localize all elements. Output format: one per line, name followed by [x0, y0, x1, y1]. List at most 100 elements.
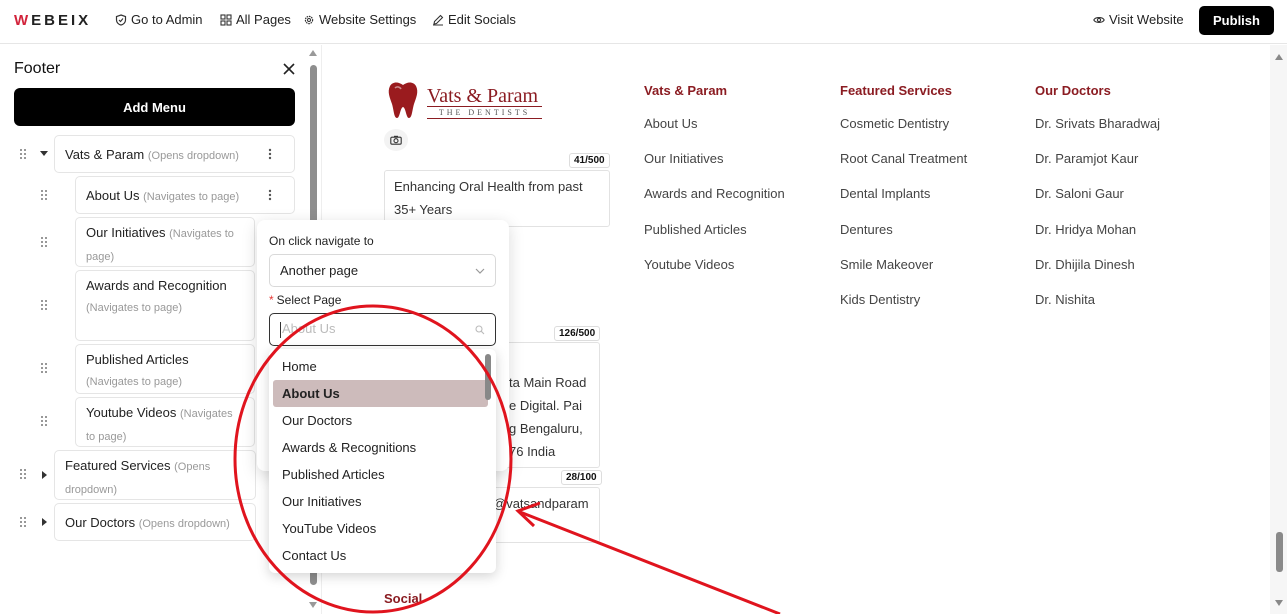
navigate-type-select[interactable]: Another page [269, 254, 496, 287]
menu-item-featured-services[interactable]: Featured Services (Opens dropdown) [54, 450, 256, 500]
menu-item-awards[interactable]: Awards and Recognition (Navigates to pag… [75, 270, 255, 341]
menu-item-hint: (Opens dropdown) [147, 150, 239, 162]
menu-item-vats-param[interactable]: Vats & Param (Opens dropdown) [54, 135, 295, 173]
publish-button[interactable]: Publish [1199, 6, 1274, 35]
scroll-up-arrow-icon[interactable] [1275, 54, 1283, 60]
edit-socials-label: Edit Socials [448, 12, 516, 27]
page-options-list: Home About Us Our Doctors Awards & Recog… [269, 349, 496, 573]
chevron-down-icon [475, 268, 485, 274]
footer-link[interactable]: Dr. Paramjot Kaur [1035, 151, 1138, 166]
go-to-admin-label: Go to Admin [131, 12, 203, 27]
preview-scrollbar[interactable] [1270, 45, 1287, 614]
page-option[interactable]: Contact Us [273, 542, 488, 569]
footer-link[interactable]: About Us [644, 116, 697, 131]
visit-website-label: Visit Website [1109, 12, 1184, 27]
pencil-icon [433, 14, 444, 25]
tagline-char-counter: 41/500 [569, 153, 610, 168]
menu-item-published-articles[interactable]: Published Articles (Navigates to page) [75, 344, 255, 394]
menu-item-label: Youtube Videos [86, 405, 177, 420]
edit-socials-link[interactable]: Edit Socials [432, 12, 516, 27]
address-char-counter: 126/500 [554, 326, 601, 341]
visit-website-link[interactable]: Visit Website [1093, 12, 1184, 27]
collapse-caret-icon[interactable] [40, 151, 48, 156]
scroll-up-arrow-icon[interactable] [309, 50, 317, 56]
kebab-menu-icon[interactable] [268, 189, 272, 201]
menu-item-about-us[interactable]: About Us (Navigates to page) [75, 176, 295, 214]
footer-link[interactable]: Dental Implants [840, 186, 930, 201]
footer-link[interactable]: Dentures [840, 222, 893, 237]
close-icon[interactable] [282, 62, 296, 76]
add-menu-button[interactable]: Add Menu [14, 88, 295, 126]
drag-handle-icon[interactable] [19, 148, 27, 160]
address-line: 76 India [509, 444, 556, 459]
page-option[interactable]: Home [273, 353, 488, 380]
menu-item-youtube-videos[interactable]: Youtube Videos (Navigates to page) [75, 397, 255, 447]
drag-handle-icon[interactable] [40, 236, 48, 248]
footer-link[interactable]: Our Initiatives [644, 151, 723, 166]
drag-handle-icon[interactable] [40, 415, 48, 427]
brand-name: Vats & Param [427, 85, 539, 107]
all-pages-link[interactable]: All Pages [220, 12, 291, 27]
go-to-admin-link[interactable]: Go to Admin [115, 12, 203, 27]
page-option[interactable]: Awards & Recognitions [273, 434, 488, 461]
panel-title: Footer [14, 60, 61, 77]
website-settings-link[interactable]: Website Settings [303, 12, 416, 27]
menu-item-label: Our Doctors [65, 515, 136, 530]
footer-link[interactable]: Dr. Dhijila Dinesh [1035, 257, 1135, 272]
logo-rest: EBEIX [31, 12, 92, 29]
menu-item-our-doctors[interactable]: Our Doctors (Opens dropdown) [54, 503, 256, 541]
expand-caret-icon[interactable] [42, 471, 47, 479]
menu-item-our-initiatives[interactable]: Our Initiatives (Navigates to page) [75, 217, 255, 267]
tagline-textarea[interactable]: Enhancing Oral Health from past 35+ Year… [384, 170, 610, 227]
brand-subtitle: THE DENTISTS [427, 106, 542, 119]
required-mark: * [269, 293, 274, 307]
expand-caret-icon[interactable] [42, 518, 47, 526]
footer-link[interactable]: Published Articles [644, 222, 747, 237]
page-option[interactable]: YouTube Videos [273, 515, 488, 542]
footer-link[interactable]: Awards and Recognition [644, 186, 785, 201]
footer-link[interactable]: Smile Makeover [840, 257, 933, 272]
email-char-counter: 28/100 [561, 470, 602, 485]
page-search-placeholder: About Us [282, 321, 336, 337]
menu-item-hint: (Navigates to page) [143, 191, 240, 203]
address-line: e Digital. Pai [509, 398, 582, 413]
scroll-down-arrow-icon[interactable] [1275, 600, 1283, 606]
options-scroll-thumb[interactable] [485, 354, 491, 400]
footer-link[interactable]: Kids Dentistry [840, 292, 920, 307]
drag-handle-icon[interactable] [19, 468, 27, 480]
drag-handle-icon[interactable] [40, 299, 48, 311]
drag-handle-icon[interactable] [40, 362, 48, 374]
menu-item-label: Vats & Param [65, 147, 145, 162]
eye-icon [1093, 16, 1105, 23]
camera-icon [390, 135, 402, 145]
grid-icon [220, 13, 232, 26]
all-pages-label: All Pages [236, 12, 291, 27]
page-option[interactable]: Our Doctors [273, 407, 488, 434]
shield-icon [115, 13, 127, 26]
page-option[interactable]: Published Articles [273, 461, 488, 488]
menu-item-label: Published Articles [86, 352, 189, 367]
footer-link[interactable]: Dr. Srivats Bharadwaj [1035, 116, 1160, 131]
footer-link[interactable]: Youtube Videos [644, 257, 734, 272]
footer-link[interactable]: Cosmetic Dentistry [840, 116, 949, 131]
footer-link[interactable]: Dr. Saloni Gaur [1035, 186, 1124, 201]
footer-link[interactable]: Dr. Hridya Mohan [1035, 222, 1136, 237]
webeix-logo[interactable]: WEBEIX [14, 12, 91, 29]
menu-item-label: Featured Services [65, 458, 171, 473]
menu-item-label: Our Initiatives [86, 225, 166, 240]
menu-item-hint: (Navigates to page) [86, 376, 182, 388]
drag-handle-icon[interactable] [40, 189, 48, 201]
camera-upload-button[interactable] [384, 129, 408, 151]
page-search-input[interactable]: About Us [269, 313, 496, 346]
page-option[interactable]: Our Initiatives [273, 488, 488, 515]
scroll-down-arrow-icon[interactable] [309, 602, 317, 608]
page-option-selected[interactable]: About Us [273, 380, 488, 407]
footer-link[interactable]: Root Canal Treatment [840, 151, 967, 166]
drag-handle-icon[interactable] [19, 516, 27, 528]
footer-link[interactable]: Dr. Nishita [1035, 292, 1095, 307]
select-page-label: * Select Page [269, 293, 341, 307]
preview-scroll-thumb[interactable] [1276, 532, 1283, 572]
menu-item-hint: (Navigates to page) [86, 302, 182, 314]
website-settings-label: Website Settings [319, 12, 417, 27]
kebab-menu-icon[interactable] [268, 148, 272, 160]
